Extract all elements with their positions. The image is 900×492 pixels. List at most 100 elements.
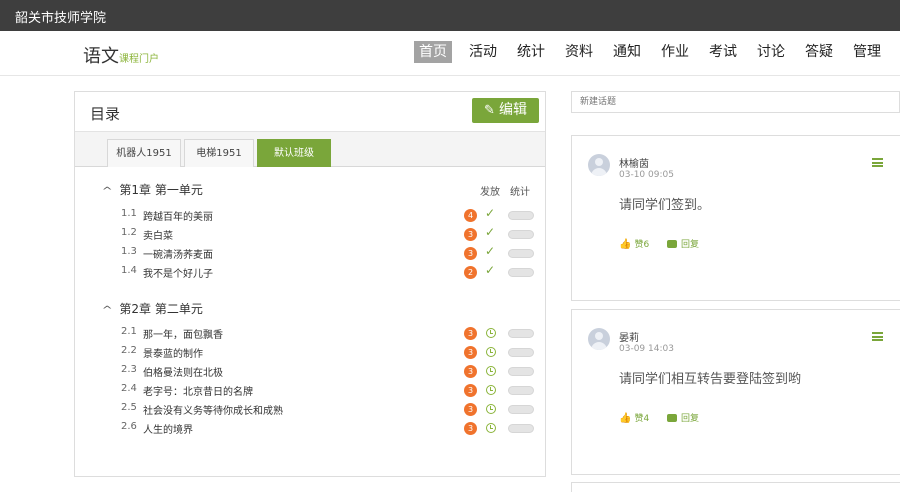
catalog-title: 目录 xyxy=(90,105,121,123)
nav-item-notices[interactable]: 通知 xyxy=(610,41,644,63)
stats-toggle[interactable] xyxy=(508,329,534,338)
section-row[interactable]: 2.2 景泰蓝的制作 3 xyxy=(121,343,541,362)
section-number: 2.5 xyxy=(121,402,137,413)
stats-toggle[interactable] xyxy=(508,211,534,220)
nav-item-manage[interactable]: 管理 xyxy=(850,41,884,63)
nav-item-activity[interactable]: 活动 xyxy=(466,41,500,63)
chapter-title: 第2章 第二单元 xyxy=(119,302,203,316)
pencil-icon: ✎ xyxy=(484,103,495,118)
stats-toggle[interactable] xyxy=(508,268,534,277)
edit-button[interactable]: ✎ 编辑 xyxy=(472,98,539,123)
course-header: 语文课程门户 首页 活动 统计 资料 通知 作业 考试 讨论 答疑 管理 xyxy=(0,31,900,76)
stats-toggle[interactable] xyxy=(508,424,534,433)
section-row[interactable]: 1.4 我不是个好儿子 2 ✓ xyxy=(121,263,541,282)
like-button[interactable]: 👍 赞6 xyxy=(619,237,649,250)
clock-icon xyxy=(486,385,496,395)
comment-icon xyxy=(667,414,677,422)
edit-button-label: 编辑 xyxy=(498,102,527,118)
post-content[interactable]: 请同学们签到。 xyxy=(619,194,710,213)
check-icon: ✓ xyxy=(485,263,496,277)
nav-item-statistics[interactable]: 统计 xyxy=(514,41,548,63)
section-title[interactable]: 景泰蓝的制作 xyxy=(143,345,203,360)
stats-toggle[interactable] xyxy=(508,249,534,258)
publish-column-header: 发放 xyxy=(480,187,500,198)
like-count: 赞4 xyxy=(634,414,650,424)
class-tabs: 机器人1951 电梯1951 默认班级 xyxy=(75,131,545,167)
section-row[interactable]: 1.2 卖白菜 3 ✓ xyxy=(121,225,541,244)
section-title[interactable]: 那一年，面包飘香 xyxy=(143,326,223,341)
post-time: 03-10 09:05 xyxy=(619,170,674,180)
section-row[interactable]: 2.5 社会没有义务等待你成长和成熟 3 xyxy=(121,400,541,419)
reply-label: 回复 xyxy=(681,414,700,424)
stats-toggle[interactable] xyxy=(508,348,534,357)
section-number: 2.4 xyxy=(121,383,137,394)
section-title[interactable]: 伯格曼法则在北极 xyxy=(143,364,223,379)
nav-item-exams[interactable]: 考试 xyxy=(706,41,740,63)
publish-count-badge: 3 xyxy=(464,403,477,416)
reply-button[interactable]: 回复 xyxy=(667,237,699,250)
nav-item-home[interactable]: 首页 xyxy=(414,41,452,63)
section-row[interactable]: 2.3 伯格曼法则在北极 3 xyxy=(121,362,541,381)
chapter-2-header[interactable]: ^ 第2章 第二单元 xyxy=(102,300,203,317)
clock-icon xyxy=(486,328,496,338)
avatar[interactable] xyxy=(588,328,610,350)
menu-icon[interactable] xyxy=(872,332,883,341)
tab-class-elevator1951[interactable]: 电梯1951 xyxy=(184,139,254,167)
section-number: 2.3 xyxy=(121,364,137,375)
section-number: 1.3 xyxy=(121,246,137,257)
section-row[interactable]: 1.3 一碗清汤荞麦面 3 ✓ xyxy=(121,244,541,263)
clock-icon xyxy=(486,404,496,414)
section-number: 2.2 xyxy=(121,345,137,356)
clock-icon xyxy=(486,366,496,376)
section-title[interactable]: 老字号：北京昔日的名牌 xyxy=(143,383,253,398)
chevron-up-icon[interactable]: ^ xyxy=(102,186,113,197)
thumbs-up-icon: 👍 xyxy=(619,413,632,424)
section-row[interactable]: 2.4 老字号：北京昔日的名牌 3 xyxy=(121,381,541,400)
section-row[interactable]: 2.1 那一年，面包飘香 3 xyxy=(121,324,541,343)
stats-toggle[interactable] xyxy=(508,230,534,239)
stats-toggle[interactable] xyxy=(508,405,534,414)
section-title[interactable]: 跨越百年的美丽 xyxy=(143,208,213,223)
menu-icon[interactable] xyxy=(872,158,883,167)
chevron-up-icon[interactable]: ^ xyxy=(102,305,113,316)
chapter-1-header[interactable]: ^ 第1章 第一单元 xyxy=(102,181,203,198)
new-topic-input[interactable] xyxy=(571,91,900,113)
course-name: 语文 xyxy=(83,46,119,67)
section-number: 1.2 xyxy=(121,227,137,238)
section-title[interactable]: 我不是个好儿子 xyxy=(143,265,213,280)
post-author[interactable]: 林榆茵 xyxy=(619,155,649,170)
section-title[interactable]: 一碗清汤荞麦面 xyxy=(143,246,213,261)
section-number: 1.1 xyxy=(121,208,137,219)
top-bar: 韶关市技师学院 xyxy=(0,0,900,31)
discussion-post: 林榆茵 03-10 09:05 请同学们签到。 👍 赞6 回复 xyxy=(571,135,900,301)
section-title[interactable]: 卖白菜 xyxy=(143,227,173,242)
post-time: 03-09 14:03 xyxy=(619,344,674,354)
section-row[interactable]: 1.1 跨越百年的美丽 4 ✓ xyxy=(121,206,541,225)
course-portal-label: 课程门户 xyxy=(119,54,159,65)
section-number: 2.1 xyxy=(121,326,137,337)
tab-class-default[interactable]: 默认班级 xyxy=(257,139,331,167)
clock-icon xyxy=(486,347,496,357)
school-name: 韶关市技师学院 xyxy=(15,11,107,26)
avatar[interactable] xyxy=(588,154,610,176)
check-icon: ✓ xyxy=(485,225,496,239)
post-content[interactable]: 请同学们相互转告要登陆签到哟 xyxy=(619,368,801,387)
post-author[interactable]: 晏莉 xyxy=(619,329,639,344)
stats-toggle[interactable] xyxy=(508,367,534,376)
tab-class-robot1951[interactable]: 机器人1951 xyxy=(107,139,181,167)
reply-button[interactable]: 回复 xyxy=(667,411,699,424)
section-title[interactable]: 人生的境界 xyxy=(143,421,193,436)
stats-toggle[interactable] xyxy=(508,386,534,395)
publish-count-badge: 3 xyxy=(464,247,477,260)
publish-count-badge: 3 xyxy=(464,228,477,241)
section-title[interactable]: 社会没有义务等待你成长和成熟 xyxy=(143,402,283,417)
reply-label: 回复 xyxy=(681,240,700,250)
nav-item-discussion[interactable]: 讨论 xyxy=(754,41,788,63)
catalog-panel: 目录 ✎ 编辑 机器人1951 电梯1951 默认班级 ^ 第1章 第一单元 发放 … xyxy=(74,91,546,477)
nav-item-materials[interactable]: 资料 xyxy=(562,41,596,63)
nav-item-homework[interactable]: 作业 xyxy=(658,41,692,63)
course-brand[interactable]: 语文课程门户 xyxy=(83,42,159,68)
section-row[interactable]: 2.6 人生的境界 3 xyxy=(121,419,541,438)
like-button[interactable]: 👍 赞4 xyxy=(619,411,649,424)
nav-item-qa[interactable]: 答疑 xyxy=(802,41,836,63)
